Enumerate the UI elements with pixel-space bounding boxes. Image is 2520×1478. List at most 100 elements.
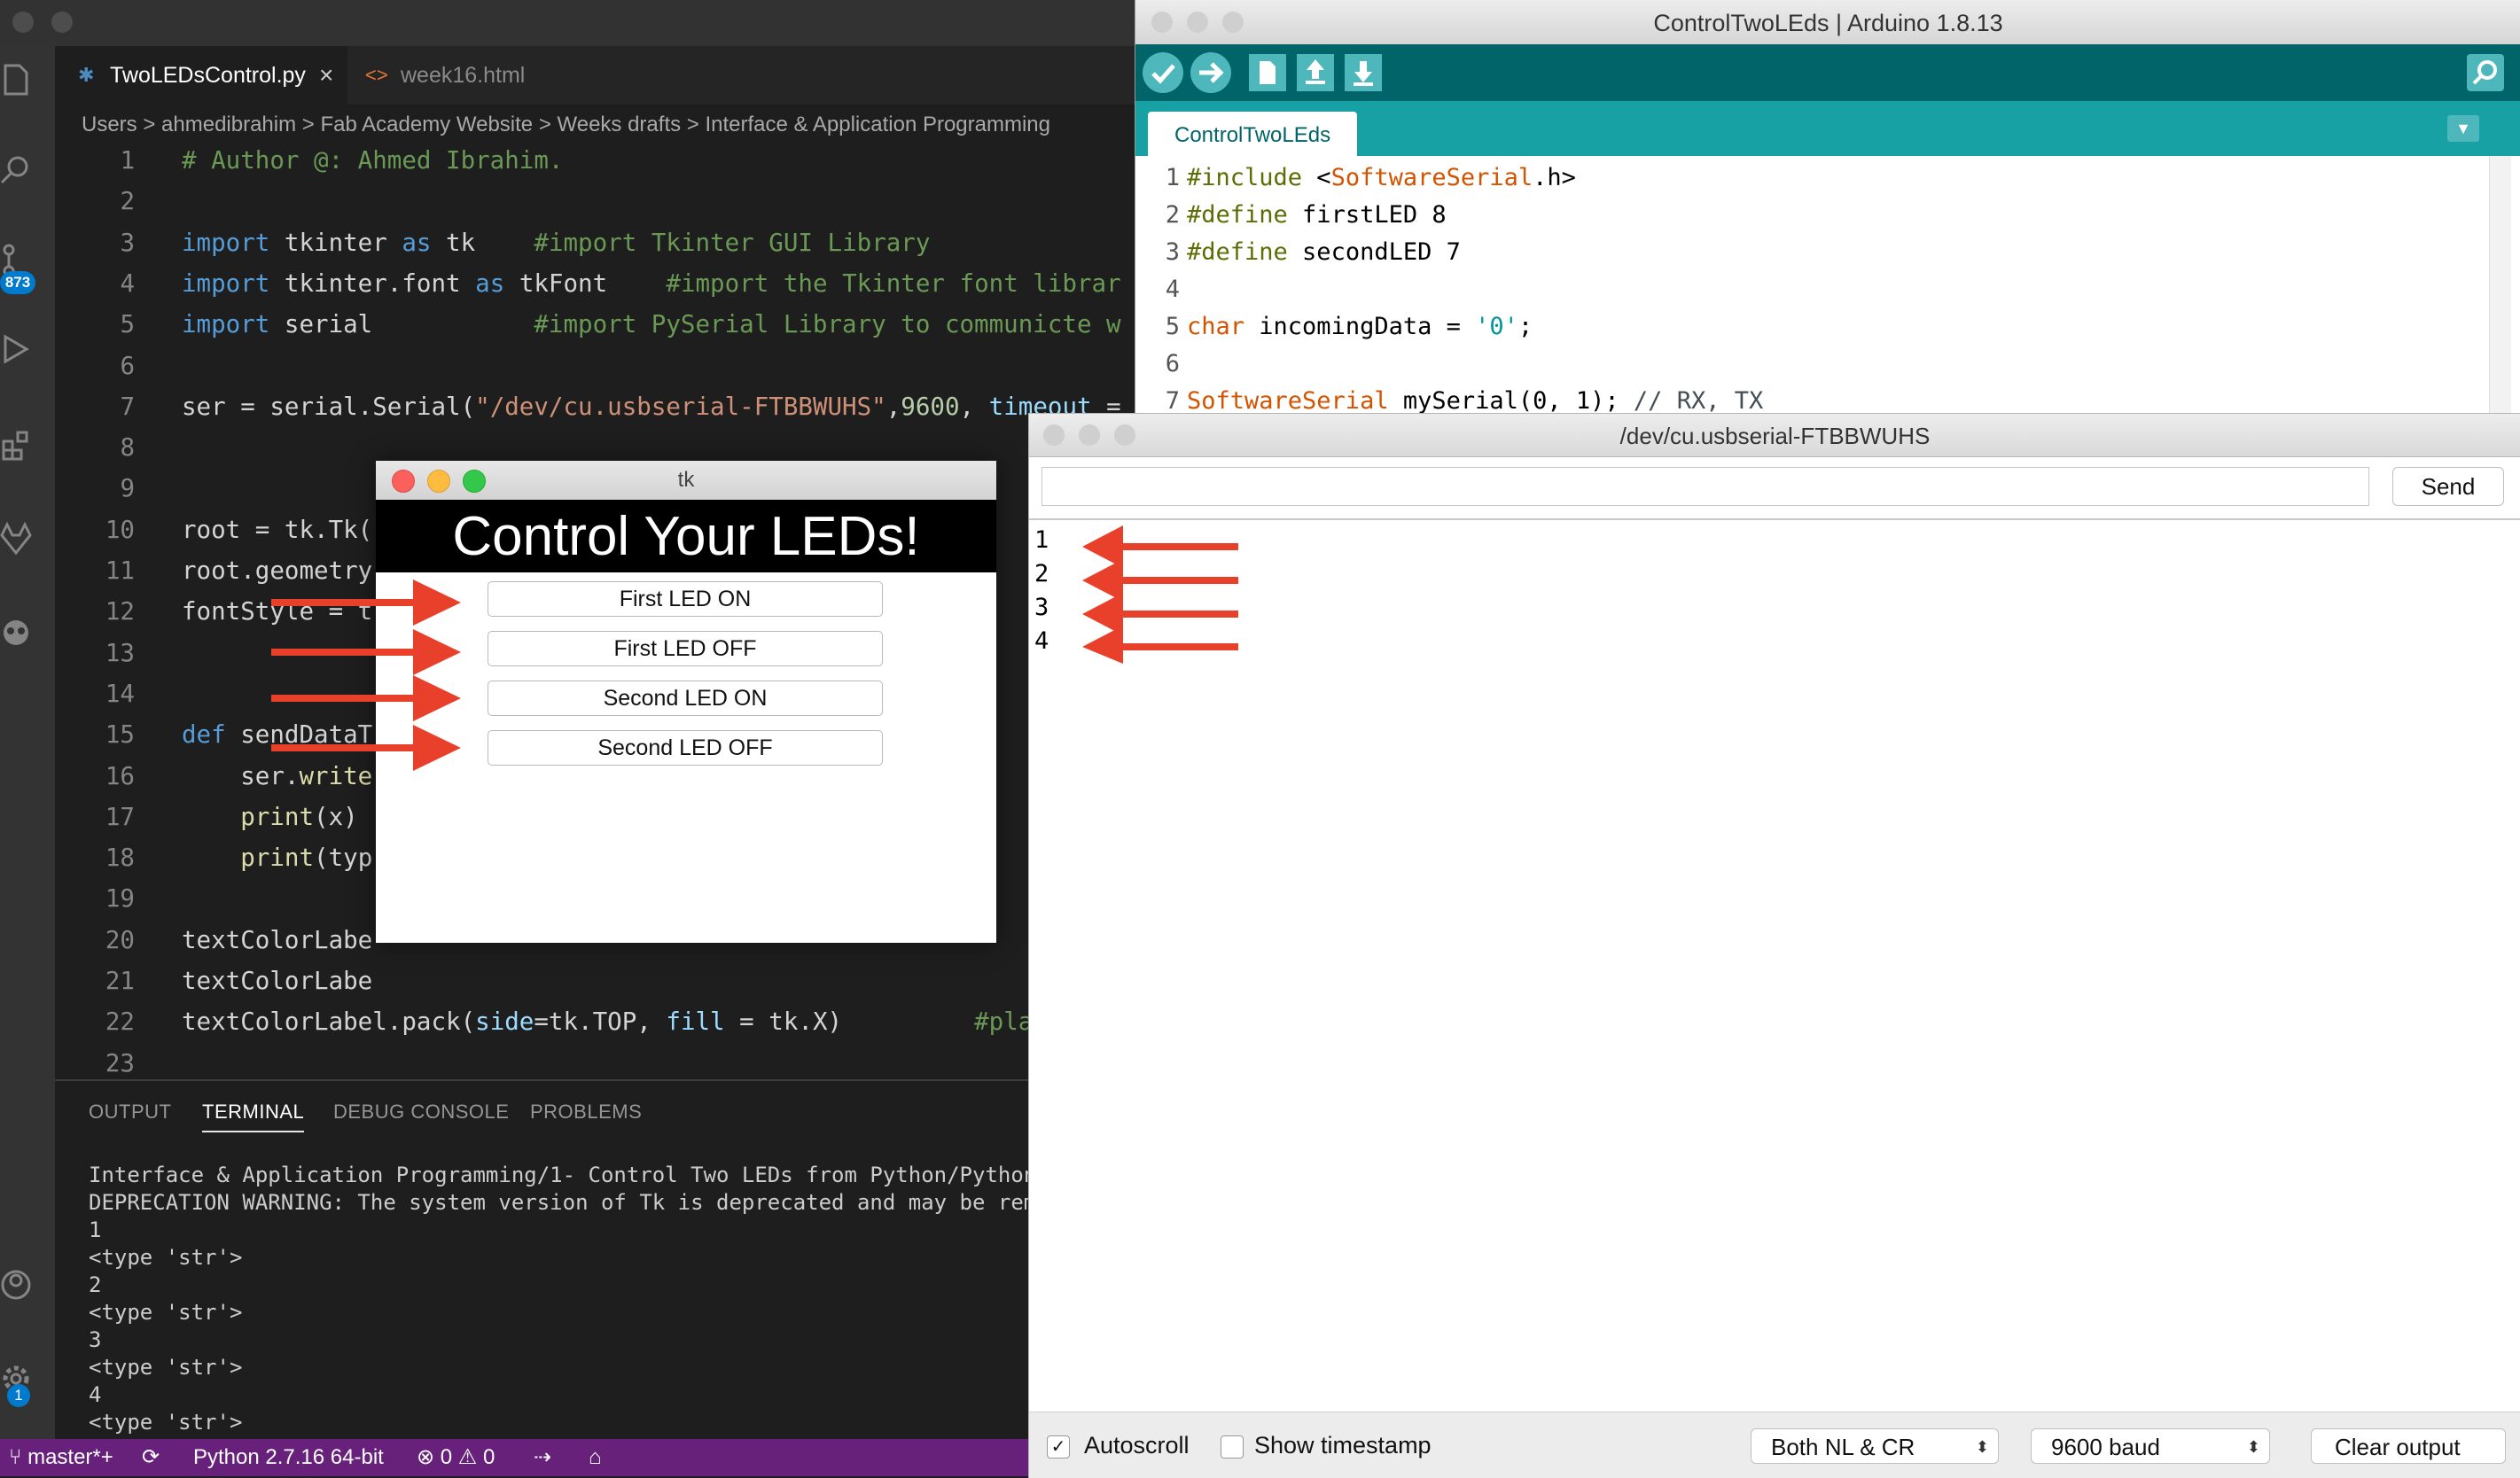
extensions-icon[interactable] xyxy=(0,427,32,463)
terminal-line: 1 xyxy=(89,1217,102,1242)
activity-bar: 873 1 xyxy=(0,46,55,1439)
zoom-window-button[interactable] xyxy=(1222,12,1244,33)
terminal-line: <type 'str'> xyxy=(89,1300,243,1325)
minimize-window-button[interactable] xyxy=(1079,424,1100,446)
clear-output-button[interactable]: Clear output xyxy=(2311,1428,2506,1464)
python-interpreter[interactable]: Python 2.7.16 64-bit xyxy=(193,1439,384,1476)
code-line: 23 xyxy=(55,1045,1143,1081)
breadcrumb-item[interactable]: Fab Academy Website xyxy=(320,113,533,136)
source-control-badge: 873 xyxy=(0,271,35,294)
chevron-right-icon: > xyxy=(143,113,162,136)
problems-status[interactable]: ⊗ 0 ⚠ 0 xyxy=(417,1439,495,1476)
line-ending-select[interactable]: Both NL & CR ⬍ xyxy=(1751,1428,1999,1464)
line-number: 11 xyxy=(105,556,135,585)
first-led-on-button[interactable]: First LED ON xyxy=(488,581,883,617)
run-debug-icon[interactable] xyxy=(0,331,32,367)
terminal-output[interactable]: Interface & Application Programming/1- C… xyxy=(89,1163,1062,1437)
line-ending-value: Both NL & CR xyxy=(1771,1434,1915,1460)
arrow-right-icon xyxy=(271,725,461,771)
explorer-icon[interactable] xyxy=(0,62,32,97)
serial-send-input[interactable] xyxy=(1042,467,2369,506)
tab-week16-html[interactable]: <> week16.html xyxy=(347,46,551,105)
send-button[interactable]: Send xyxy=(2392,467,2504,506)
tab-output[interactable]: OUTPUT xyxy=(89,1101,171,1124)
serial-monitor-icon[interactable] xyxy=(2463,51,2508,95)
terminal-line: 4 xyxy=(89,1382,102,1407)
warning-count: 0 xyxy=(483,1445,495,1469)
account-icon[interactable] xyxy=(0,1267,32,1303)
line-number: 3 xyxy=(1165,238,1180,266)
tab-terminal[interactable]: TERMINAL xyxy=(202,1101,305,1132)
arrow-left-icon xyxy=(1082,593,1238,635)
serial-output-line: 2 xyxy=(1034,560,1049,587)
minimize-window-button[interactable] xyxy=(1187,12,1208,33)
arrow-right-icon xyxy=(271,629,461,675)
line-number: 4 xyxy=(1165,276,1180,303)
baud-rate-select[interactable]: 9600 baud ⬍ xyxy=(2031,1428,2270,1464)
tab-controltwoleds[interactable]: ControlTwoLEds xyxy=(1148,112,1358,156)
upload-icon[interactable] xyxy=(1189,51,1233,95)
gitlab-icon[interactable] xyxy=(0,521,32,556)
baud-value: 9600 baud xyxy=(2051,1434,2160,1460)
code-text: import tkinter.font as tkFont #import th… xyxy=(182,268,1121,298)
line-number: 2 xyxy=(1165,201,1180,229)
first-led-off-button[interactable]: First LED OFF xyxy=(488,631,883,666)
save-icon[interactable] xyxy=(1341,51,1385,95)
close-window-button[interactable] xyxy=(12,12,34,33)
line-number: 21 xyxy=(105,967,135,995)
new-icon[interactable] xyxy=(1245,51,1290,95)
line-number: 2 xyxy=(120,187,135,216)
terminal-line: Interface & Application Programming/1- C… xyxy=(89,1163,1063,1187)
line-number: 9 xyxy=(120,474,135,503)
breadcrumb-item[interactable]: Weeks drafts xyxy=(558,113,682,136)
line-number: 6 xyxy=(120,351,135,380)
editor-scrollbar[interactable] xyxy=(2489,156,2511,416)
close-window-button[interactable] xyxy=(1151,12,1173,33)
line-number: 17 xyxy=(105,802,135,831)
open-icon[interactable] xyxy=(1293,51,1338,95)
code-text: #include <SoftwareSerial.h> xyxy=(1187,164,1576,191)
git-branch-status[interactable]: ⑂ master*+ xyxy=(9,1439,113,1476)
window-title: tk xyxy=(677,468,695,492)
code-text: root = tk.Tk( xyxy=(182,515,373,544)
minimize-window-button[interactable] xyxy=(51,12,73,33)
zoom-window-button[interactable] xyxy=(463,470,486,493)
verify-icon[interactable] xyxy=(1141,51,1185,95)
close-window-button[interactable] xyxy=(392,470,415,493)
breadcrumb-item[interactable]: Users xyxy=(82,113,137,136)
line-number: 1 xyxy=(1165,164,1180,191)
second-led-off-button[interactable]: Second LED OFF xyxy=(488,730,883,766)
minimize-window-button[interactable] xyxy=(427,470,450,493)
line-number: 18 xyxy=(105,844,135,873)
tab-twoledscontrol-py[interactable]: ✱ TwoLEDsControl.py × xyxy=(55,46,347,105)
arduino-code-editor[interactable]: 1 #include <SoftwareSerial.h> 2 #define fir… xyxy=(1135,156,2520,416)
serial-output[interactable]: 1 2 3 4 xyxy=(1034,524,1049,658)
breadcrumb-item[interactable]: ahmedibrahim xyxy=(161,113,296,136)
live-share-icon[interactable] xyxy=(0,613,32,649)
warning-icon: ⚠ xyxy=(452,1445,483,1469)
tab-menu-chevron-down-icon[interactable]: ▼ xyxy=(2447,115,2479,142)
code-text: #define firstLED 8 xyxy=(1187,201,1447,229)
close-window-button[interactable] xyxy=(1043,424,1065,446)
sketch-tab-bar: ControlTwoLEds ▼ xyxy=(1135,101,2520,156)
code-text: print(typ xyxy=(240,844,373,873)
updown-chevron-icon: ⬍ xyxy=(2246,1438,2260,1456)
live-share-status-icon[interactable]: ⇢ xyxy=(534,1439,551,1476)
search-icon[interactable] xyxy=(0,152,32,188)
autoscroll-checkbox[interactable]: ✓ xyxy=(1047,1435,1070,1459)
terminal-line: 3 xyxy=(89,1327,102,1352)
close-tab-icon[interactable]: × xyxy=(319,46,333,105)
sync-icon[interactable]: ⟳ xyxy=(142,1439,160,1476)
breadcrumb-item[interactable]: Interface & Application Programming xyxy=(705,113,1050,136)
second-led-on-button[interactable]: Second LED ON xyxy=(488,681,883,716)
tk-annotation-arrows xyxy=(271,580,461,771)
tk-titlebar: tk xyxy=(376,461,996,501)
tab-problems[interactable]: PROBLEMS xyxy=(530,1101,642,1124)
tab-debug-console[interactable]: DEBUG CONSOLE xyxy=(333,1101,509,1124)
arrow-right-icon xyxy=(271,675,461,721)
zoom-window-button[interactable] xyxy=(1114,424,1135,446)
home-icon[interactable]: ⌂ xyxy=(589,1439,602,1476)
show-timestamp-checkbox[interactable] xyxy=(1221,1435,1244,1459)
code-line: 21textColorLabeegr xyxy=(55,962,1143,1000)
code-text: import tkinter as tk #import Tkinter GUI… xyxy=(182,228,931,257)
